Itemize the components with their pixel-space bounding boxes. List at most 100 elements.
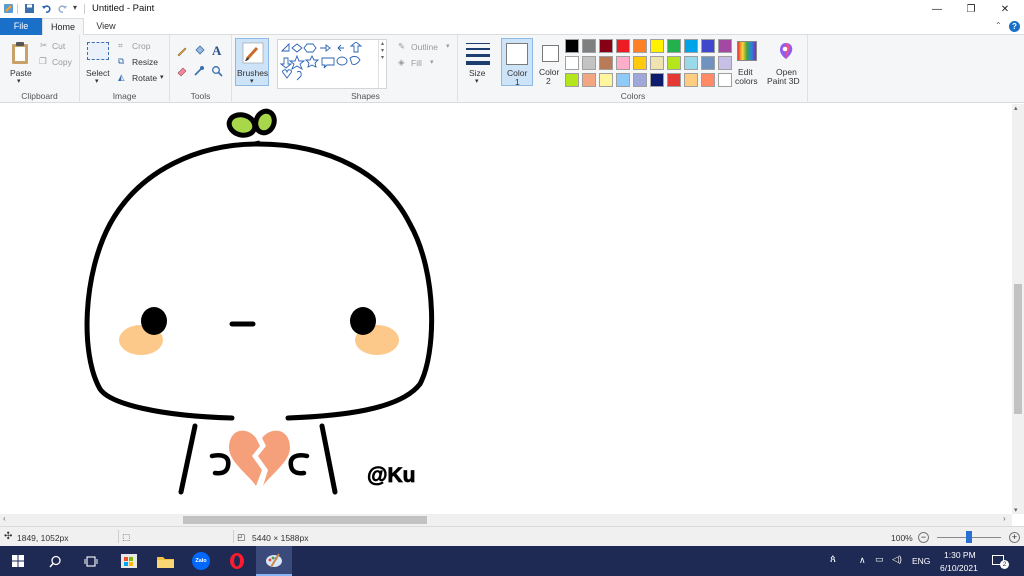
start-button[interactable] [0,546,36,576]
collapse-ribbon-icon[interactable]: ⌃ [995,21,1002,30]
taskbar-zalo[interactable]: Zalo [184,546,218,576]
taskbar-app-store[interactable] [112,546,146,576]
palette-swatch[interactable] [599,56,613,70]
color-picker-icon[interactable] [193,65,205,77]
people-icon[interactable]: ጰ [830,554,836,565]
taskbar-paint[interactable] [256,546,292,576]
scroll-right-icon[interactable]: › [1003,514,1006,523]
paint-app-icon[interactable] [3,3,14,14]
palette-swatch[interactable] [701,73,715,87]
action-center-button[interactable]: 2 [990,553,1009,569]
scroll-left-icon[interactable]: ‹ [3,514,6,523]
image-group: Select ▾ ⌗ Crop ⧉ Resize ◭ Rotate ▾ Imag… [80,35,170,103]
palette-swatch[interactable] [684,56,698,70]
show-hidden-icons[interactable]: ∧ [859,555,866,566]
palette-swatch[interactable] [718,73,732,87]
palette-swatch[interactable] [565,56,579,70]
palette-swatch[interactable] [650,39,664,53]
zoom-slider-thumb[interactable] [966,531,972,543]
palette-swatch[interactable] [633,73,647,87]
palette-swatch[interactable] [667,56,681,70]
palette-swatch[interactable] [684,73,698,87]
palette-swatch[interactable] [599,73,613,87]
shapes-gallery-scroll[interactable]: ▴ ▾ ▾ [378,40,386,88]
outline-button[interactable]: ✎ Outline ▾ [398,41,456,53]
color1-button[interactable]: Color 1 [501,38,533,87]
input-language[interactable]: ENG [912,556,930,566]
paste-button[interactable]: Paste ▾ [4,39,36,85]
clock-time[interactable]: 1:30 PM [944,550,976,560]
task-view-button[interactable] [74,546,108,576]
selection-size-icon: ⬚ [122,532,131,542]
restore-button[interactable]: ❐ [954,0,988,18]
edit-colors-button[interactable]: Edit colors [732,38,762,88]
palette-swatch[interactable] [633,56,647,70]
tab-view[interactable]: View [86,18,126,35]
resize-button[interactable]: ⧉ Resize [118,56,166,68]
shapes-gallery[interactable]: ▴ ▾ ▾ [277,39,387,89]
palette-swatch[interactable] [667,39,681,53]
rotate-button[interactable]: ◭ Rotate ▾ [118,72,168,84]
taskbar-file-explorer[interactable] [148,546,182,576]
horizontal-scroll-thumb[interactable] [183,516,427,524]
image-group-label: Image [112,91,137,101]
palette-swatch[interactable] [599,39,613,53]
fill-button[interactable]: ◈ Fill ▾ [398,57,456,69]
palette-swatch[interactable] [633,39,647,53]
scroll-up-icon[interactable]: ▴ [1014,104,1018,112]
horizontal-scrollbar[interactable]: ‹ › [0,514,1012,526]
clock-date[interactable]: 6/10/2021 [940,563,978,573]
minimize-button[interactable]: — [920,0,954,18]
magnifier-icon[interactable] [211,65,223,77]
vertical-scrollbar[interactable]: ▴ ▾ [1012,104,1024,514]
brushes-button[interactable]: Brushes ▾ [235,38,269,86]
palette-swatch[interactable] [718,56,732,70]
tab-home[interactable]: Home [42,18,84,36]
palette-swatch[interactable] [582,56,596,70]
palette-swatch[interactable] [701,56,715,70]
qat-divider [17,4,18,14]
brushes-dropdown-icon: ▾ [250,78,254,85]
palette-swatch[interactable] [582,39,596,53]
taskbar-opera[interactable] [220,546,254,576]
scroll-down-icon[interactable]: ▾ [1014,506,1018,514]
drawing-canvas[interactable]: @Ku [0,104,1012,514]
palette-swatch[interactable] [667,73,681,87]
close-button[interactable]: ✕ [988,0,1022,18]
color2-button[interactable]: Color 2 [536,38,566,86]
palette-swatch[interactable] [565,39,579,53]
palette-swatch[interactable] [616,56,630,70]
palette-swatch[interactable] [565,73,579,87]
search-button[interactable] [38,546,72,576]
text-tool-icon[interactable]: A [212,43,221,59]
customize-qat-icon[interactable]: ▾ [73,3,77,12]
palette-swatch[interactable] [701,39,715,53]
volume-icon[interactable]: ◁) [892,554,902,565]
redo-icon[interactable] [57,3,68,14]
size-button[interactable]: Size ▾ [462,39,494,87]
palette-swatch[interactable] [616,39,630,53]
palette-swatch[interactable] [582,73,596,87]
fill-bucket-icon[interactable] [193,45,205,57]
tab-file[interactable]: File [0,18,42,35]
palette-swatch[interactable] [650,56,664,70]
save-icon[interactable] [24,3,35,14]
select-button[interactable]: Select ▾ [84,39,114,85]
crop-button[interactable]: ⌗ Crop [118,40,166,52]
pencil-icon[interactable] [176,45,188,57]
cut-button[interactable]: ✂ Cut [38,40,78,52]
copy-button[interactable]: ❐ Copy [38,56,78,68]
paint3d-label-2: Paint 3D [767,76,800,86]
palette-swatch[interactable] [718,39,732,53]
eraser-icon[interactable] [176,65,188,77]
palette-swatch[interactable] [650,73,664,87]
network-icon[interactable]: ▭ [875,554,884,565]
zoom-in-button[interactable]: + [1009,532,1020,543]
vertical-scroll-thumb[interactable] [1014,284,1022,414]
zoom-out-button[interactable]: − [918,532,929,543]
palette-swatch[interactable] [616,73,630,87]
undo-icon[interactable] [41,3,52,14]
open-paint3d-button[interactable]: Open Paint 3D [766,38,806,88]
palette-swatch[interactable] [684,39,698,53]
help-icon[interactable]: ? [1009,21,1020,32]
